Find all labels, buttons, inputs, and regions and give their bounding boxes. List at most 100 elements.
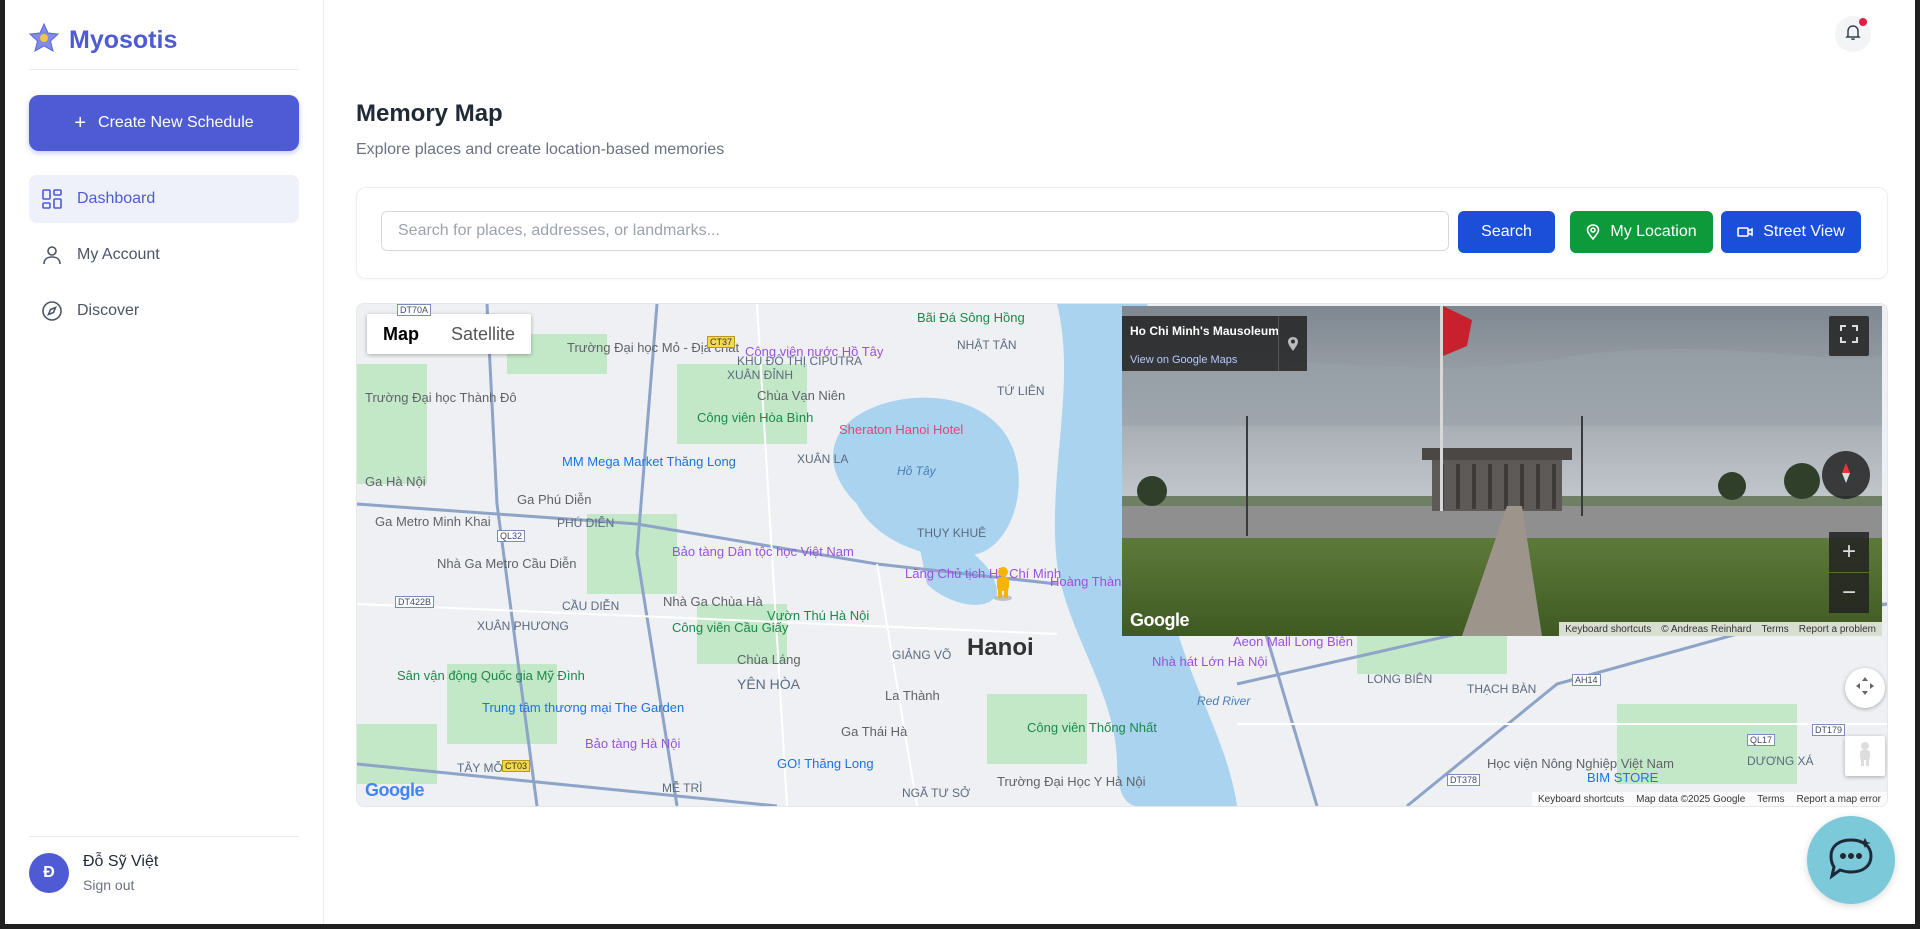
my-location-button[interactable]: My Location <box>1570 211 1713 253</box>
location-pin-icon <box>1586 224 1600 240</box>
road-badge: DT179 <box>1812 724 1846 736</box>
map-poi[interactable]: Học viện Nông Nghiệp Việt Nam <box>1487 756 1674 771</box>
search-button[interactable]: Search <box>1458 211 1555 253</box>
keyboard-shortcuts-link[interactable]: Keyboard shortcuts <box>1565 624 1651 635</box>
chat-bubble-icon <box>1825 834 1877 887</box>
user-icon <box>41 244 63 266</box>
view-on-google-maps-link[interactable]: View on Google Maps <box>1130 354 1237 366</box>
google-logo[interactable]: Google <box>1130 610 1190 631</box>
camera-control-button[interactable] <box>1845 668 1885 708</box>
map-poi[interactable]: Chùa Vạn Niên <box>757 388 845 403</box>
map-label: NGÃ TƯ SỞ <box>902 786 971 800</box>
compass-needle-icon <box>1834 461 1858 490</box>
pegman-icon[interactable] <box>992 566 1014 607</box>
map-poi[interactable]: Ga Thái Hà <box>841 724 907 739</box>
page-subtitle: Explore places and create location-based… <box>356 141 725 158</box>
sidebar-item-dashboard[interactable]: Dashboard <box>29 175 299 223</box>
pegman-icon <box>1857 741 1873 772</box>
google-logo[interactable]: Google <box>365 780 425 801</box>
unread-badge <box>1859 18 1867 26</box>
pegman-control-button[interactable] <box>1845 736 1885 776</box>
map-poi[interactable]: Nhà Ga Metro Cầu Diễn <box>437 556 576 571</box>
map-label: THẠCH BÀN <box>1467 682 1537 696</box>
map-label: PHÚ DIỄN <box>557 516 615 530</box>
map-poi[interactable]: Sân vận động Quốc gia Mỹ Đình <box>397 668 585 683</box>
zoom-in-button[interactable]: + <box>1829 532 1869 572</box>
map-poi[interactable]: Công viên Cầu Giấy <box>672 620 788 635</box>
plus-icon: + <box>74 112 87 134</box>
road-badge: DT70A <box>397 304 432 316</box>
create-new-schedule-button[interactable]: + Create New Schedule <box>29 95 299 151</box>
map-poi[interactable]: Aeon Mall Long Biên <box>1233 634 1353 649</box>
map-poi[interactable]: Trường Đại Học Y Hà Nội <box>997 774 1145 789</box>
map-poi[interactable]: Ga Hà Nội <box>365 474 426 489</box>
memory-map[interactable]: Map Satellite KHU ĐÔ THỊ CIPUTRA XUÂN ĐỈ… <box>356 303 1888 807</box>
divider <box>29 836 299 837</box>
map-poi[interactable]: Chùa Láng <box>737 652 801 667</box>
app-name: Myosotis <box>69 26 178 54</box>
photo-credit: © Andreas Reinhard <box>1661 623 1752 635</box>
terms-link[interactable]: Terms <box>1762 624 1789 635</box>
map-label: TÂY MỖ <box>457 761 503 775</box>
map-poi[interactable]: Ga Phú Diễn <box>517 492 591 507</box>
map-poi[interactable]: Nhà hát Lớn Hà Nội <box>1152 654 1267 669</box>
map-poi[interactable]: Bảo tàng Dân tộc học Việt Nam <box>672 544 854 559</box>
myosotis-logo-icon <box>28 22 60 59</box>
map-poi[interactable]: La Thành <box>885 688 940 703</box>
street-view-attribution: Keyboard shortcuts © Andreas Reinhard Te… <box>1559 622 1882 636</box>
search-card: Search My Location Street View <box>356 187 1888 279</box>
location-pin-icon[interactable] <box>1278 316 1307 371</box>
sidebar-nav: Dashboard My Account Discover <box>29 175 299 343</box>
map-label: YÊN HÒA <box>737 676 801 692</box>
map-poi[interactable]: MM Mega Market Thăng Long <box>562 454 736 469</box>
map-label: XUÂN ĐỈNH <box>727 368 794 382</box>
sign-out-link[interactable]: Sign out <box>83 877 158 893</box>
map-poi[interactable]: Ga Metro Minh Khai <box>375 514 491 529</box>
map-poi[interactable]: BIM STORE <box>1587 770 1658 785</box>
sidebar-item-label: My Account <box>77 246 160 263</box>
street-view-button[interactable]: Street View <box>1721 211 1861 253</box>
compass-control[interactable] <box>1822 451 1870 499</box>
map-poi[interactable]: Sheraton Hanoi Hotel <box>839 422 963 437</box>
zoom-out-button[interactable]: − <box>1829 573 1869 613</box>
avatar[interactable]: Đ <box>29 853 69 893</box>
notifications-button[interactable] <box>1835 16 1871 52</box>
chat-button[interactable] <box>1807 816 1895 904</box>
road-badge: QL17 <box>1747 734 1776 746</box>
map-poi[interactable]: Công viên Hòa Bình <box>697 410 813 425</box>
road-badge: QL32 <box>497 530 526 542</box>
compass-icon <box>41 300 63 322</box>
map-poi[interactable]: Lăng Chủ tịch Hồ Chí Minh <box>905 566 1061 581</box>
street-view-info-box: Ho Chi Minh's Mausoleum View on Google M… <box>1122 316 1307 371</box>
map-poi[interactable]: Công viên Thống Nhất <box>1027 720 1157 735</box>
map-poi[interactable]: Trung tâm thương mại The Garden <box>482 700 684 715</box>
map-poi[interactable]: Công viên nước Hồ Tây <box>745 344 883 359</box>
app-window: Myosotis + Create New Schedule Dashboard <box>5 0 1915 924</box>
dashboard-icon <box>41 188 63 210</box>
plus-icon: + <box>1841 538 1856 565</box>
map-poi[interactable]: Trường Đại học Thành Đô <box>365 390 517 405</box>
map-poi[interactable]: Bảo tàng Hà Nội <box>585 736 680 751</box>
map-label: GIẢNG VÕ <box>892 648 952 662</box>
my-location-label: My Location <box>1610 223 1697 240</box>
map-type-map[interactable]: Map <box>367 314 435 354</box>
sidebar-item-my-account[interactable]: My Account <box>29 231 299 279</box>
search-input[interactable] <box>381 211 1449 251</box>
street-view-panel[interactable]: Ho Chi Minh's Mausoleum View on Google M… <box>1122 306 1882 636</box>
map-poi[interactable]: GO! Thăng Long <box>777 756 874 771</box>
sidebar: Myosotis + Create New Schedule Dashboard <box>5 0 324 924</box>
report-error-link[interactable]: Report a map error <box>1797 794 1881 805</box>
map-poi[interactable]: Bãi Đá Sông Hồng <box>917 310 1025 325</box>
terms-link[interactable]: Terms <box>1757 794 1784 805</box>
create-label: Create New Schedule <box>98 114 254 131</box>
video-camera-icon <box>1737 226 1754 238</box>
keyboard-shortcuts-link[interactable]: Keyboard shortcuts <box>1538 794 1624 805</box>
map-poi[interactable]: Nhà Ga Chùa Hà <box>663 594 763 609</box>
brand[interactable]: Myosotis <box>28 22 177 59</box>
report-problem-link[interactable]: Report a problem <box>1799 624 1876 635</box>
minus-icon: − <box>1841 579 1856 606</box>
road-badge: CT03 <box>502 760 531 772</box>
map-type-satellite[interactable]: Satellite <box>435 314 531 354</box>
fullscreen-button[interactable] <box>1829 316 1869 356</box>
sidebar-item-discover[interactable]: Discover <box>29 287 299 335</box>
